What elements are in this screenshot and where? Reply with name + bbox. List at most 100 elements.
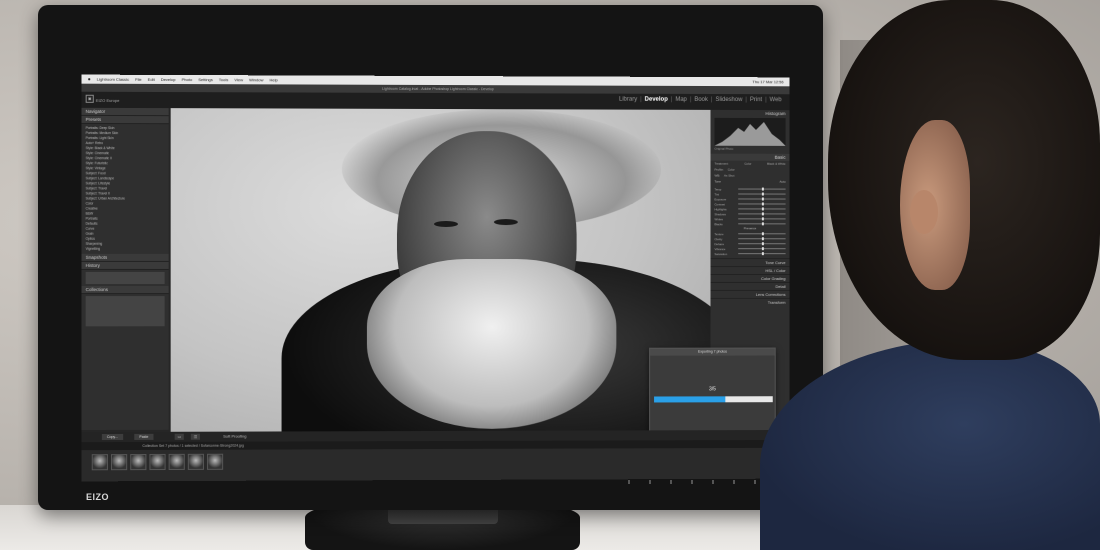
filmstrip-thumbnail[interactable] xyxy=(110,454,128,471)
panel-section-header[interactable]: Detail xyxy=(710,281,790,290)
filmstrip-thumbnail[interactable] xyxy=(187,453,204,470)
filmstrip-thumbnail[interactable] xyxy=(130,453,147,471)
module-develop[interactable]: Develop xyxy=(645,97,668,103)
wb-label: WB: xyxy=(714,173,721,178)
auto-button[interactable]: Auto xyxy=(779,180,785,184)
filmstrip-thumbnail[interactable] xyxy=(91,454,108,471)
histogram-graph xyxy=(714,117,786,146)
module-library[interactable]: Library xyxy=(619,97,637,103)
export-progress-dialog: Exporting 7 photos 3/5 xyxy=(649,347,776,440)
slider-handle[interactable] xyxy=(761,197,764,201)
histogram-icon xyxy=(714,121,786,146)
monitor-button[interactable] xyxy=(733,480,735,484)
slider-track[interactable] xyxy=(738,212,786,216)
menu-app[interactable]: Lightroom Classic xyxy=(97,77,129,82)
treatment-color[interactable]: Color xyxy=(744,162,751,166)
slider-track[interactable] xyxy=(738,237,786,241)
apple-icon[interactable]: ● xyxy=(88,76,91,82)
module-slideshow[interactable]: Slideshow xyxy=(715,97,742,103)
menu-item-help[interactable]: Help xyxy=(269,77,277,82)
collections-header[interactable]: Collections xyxy=(81,286,169,295)
histogram-header[interactable]: Histogram xyxy=(711,110,790,117)
slider-track[interactable] xyxy=(738,207,786,211)
slider-handle[interactable] xyxy=(761,252,764,256)
treatment-bw[interactable]: Black & White xyxy=(767,162,785,166)
menu-item-edit[interactable]: Edit xyxy=(148,77,155,82)
slider-handle[interactable] xyxy=(761,237,764,241)
slider-handle[interactable] xyxy=(761,217,764,221)
module-web[interactable]: Web xyxy=(770,97,782,103)
module-book[interactable]: Book xyxy=(694,97,708,103)
menu-item-tools[interactable]: Tools xyxy=(219,77,228,82)
monitor-buttons xyxy=(628,480,756,484)
menu-item-photo[interactable]: Photo xyxy=(182,77,193,82)
menu-item-settings[interactable]: Settings xyxy=(198,77,213,82)
slider-track[interactable] xyxy=(738,192,786,196)
identity-plate-icon: ▣ xyxy=(85,94,94,103)
monitor-button[interactable] xyxy=(754,480,756,484)
filmstrip-thumbnail[interactable] xyxy=(168,453,185,470)
menu-item-develop[interactable]: Develop xyxy=(161,77,176,82)
filmstrip-thumbnail[interactable] xyxy=(207,453,224,470)
slider-handle[interactable] xyxy=(761,212,764,216)
slider-label: Clarity xyxy=(714,236,723,241)
monitor-button[interactable] xyxy=(670,480,672,484)
preset-list: Portraits: Deep Skin Portraits: Medium Sk… xyxy=(82,124,169,254)
person-ear xyxy=(910,190,938,234)
slider-label: Vibrance xyxy=(714,246,726,251)
slider-track[interactable] xyxy=(738,252,786,256)
slider-handle[interactable] xyxy=(761,232,764,236)
profile-select[interactable]: Color xyxy=(728,168,735,172)
slider-track[interactable] xyxy=(738,187,786,191)
main-photo[interactable] xyxy=(170,108,711,432)
panel-section-header[interactable]: Tone Curve xyxy=(710,258,790,267)
preset-item[interactable]: Vignetting xyxy=(86,247,165,252)
presets-header[interactable]: Presets xyxy=(81,115,169,125)
original-photo-label[interactable]: Original Photo xyxy=(711,147,790,151)
copy-button[interactable]: Copy... xyxy=(101,433,123,441)
dialog-title: Exporting 7 photos xyxy=(650,348,775,356)
menu-item-window[interactable]: Window xyxy=(249,77,263,82)
menubar-clock: Thu 17 Mar 12:56 xyxy=(752,79,784,85)
menu-item-file[interactable]: File xyxy=(135,77,142,82)
view-mode-icon[interactable]: ▭ xyxy=(174,433,185,440)
filmstrip-thumbnail[interactable] xyxy=(149,453,166,471)
slider-label: Temp xyxy=(714,186,722,191)
monitor-button[interactable] xyxy=(691,480,693,484)
slider-track[interactable] xyxy=(738,242,786,246)
paste-button[interactable]: Paste xyxy=(134,433,154,440)
identity-plate-text: EIZO Europe xyxy=(95,97,120,103)
slider-handle[interactable] xyxy=(761,242,764,246)
slider-label: Blacks xyxy=(714,221,723,226)
slider-track[interactable] xyxy=(738,217,786,221)
monitor-button[interactable] xyxy=(649,480,651,484)
history-header[interactable]: History xyxy=(81,261,169,270)
snapshots-header[interactable]: Snapshots xyxy=(81,253,169,262)
navigator-header[interactable]: Navigator xyxy=(81,107,169,117)
photo-beard xyxy=(366,258,617,430)
before-after-icon[interactable]: ◫ xyxy=(190,433,201,440)
slider-track[interactable] xyxy=(738,247,786,251)
slider-handle[interactable] xyxy=(761,187,764,191)
wb-select[interactable]: As Shot xyxy=(724,174,734,178)
soft-proofing-checkbox[interactable]: Soft Proofing xyxy=(223,434,246,439)
slider-handle[interactable] xyxy=(761,247,764,251)
photo-eye xyxy=(434,220,458,228)
slider-handle[interactable] xyxy=(761,207,764,211)
slider-track[interactable] xyxy=(738,197,786,201)
menu-item-view[interactable]: View xyxy=(234,77,243,82)
monitor-button[interactable] xyxy=(712,480,714,484)
panel-section-header[interactable]: Lens Corrections xyxy=(710,289,790,298)
slider-handle[interactable] xyxy=(761,202,764,206)
monitor-button[interactable] xyxy=(628,480,630,484)
module-print[interactable]: Print xyxy=(750,97,762,103)
slider-handle[interactable] xyxy=(761,222,764,226)
slider-track[interactable] xyxy=(738,232,786,236)
panel-section-header[interactable]: HSL / Color xyxy=(710,266,790,275)
panel-section-header[interactable]: Color Grading xyxy=(710,274,790,282)
panel-section-header[interactable]: Transform xyxy=(710,297,790,306)
slider-handle[interactable] xyxy=(761,192,764,196)
slider-track[interactable] xyxy=(738,222,786,226)
slider-track[interactable] xyxy=(738,202,786,206)
module-map[interactable]: Map xyxy=(675,97,687,103)
